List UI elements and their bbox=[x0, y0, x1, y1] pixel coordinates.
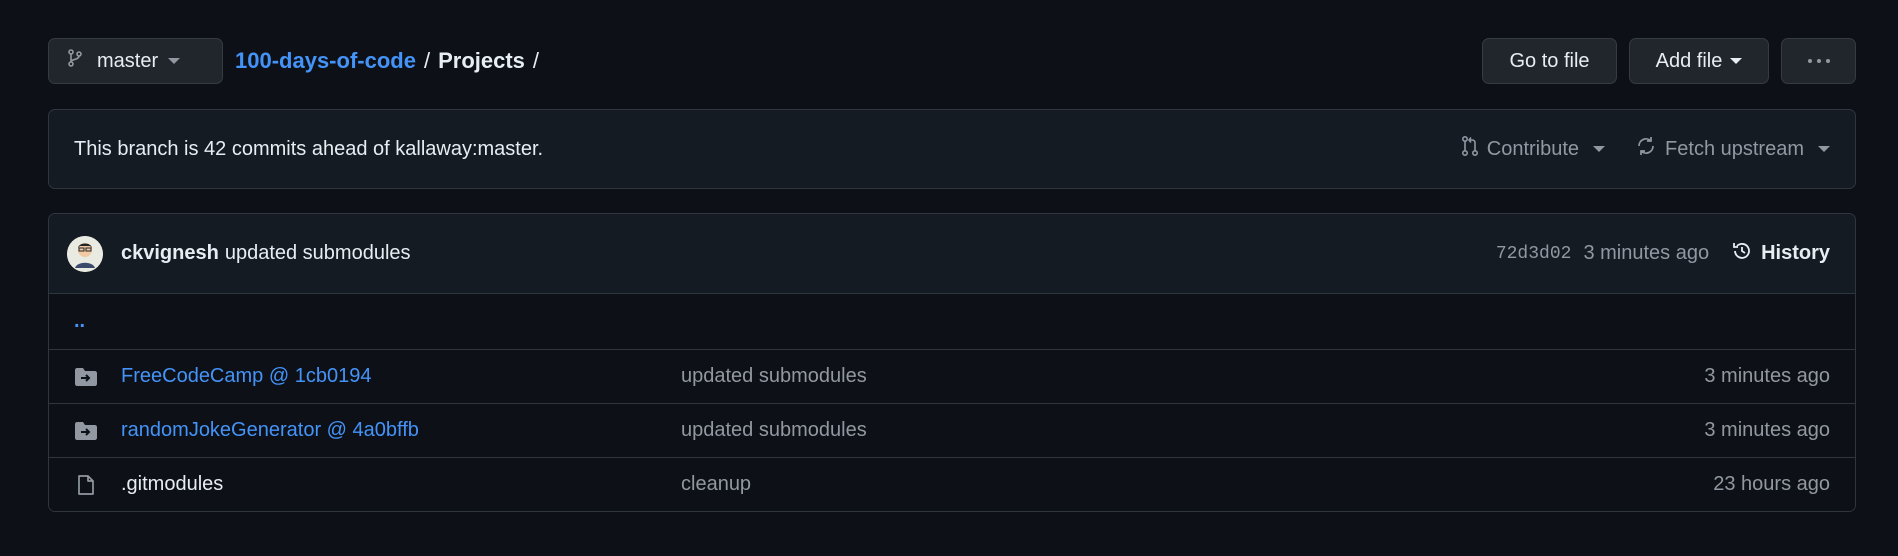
file-name-link[interactable]: FreeCodeCamp @ 1cb0194 bbox=[121, 365, 681, 388]
toolbar-right: Go to file Add file bbox=[1482, 38, 1856, 84]
file-commit-message[interactable]: updated submodules bbox=[681, 419, 867, 442]
chevron-down-icon bbox=[1593, 146, 1606, 152]
fetch-upstream-label: Fetch upstream bbox=[1665, 137, 1804, 160]
branch-select-button[interactable]: master bbox=[48, 38, 223, 84]
banner-actions: Contribute Fetch upstream bbox=[1461, 135, 1830, 163]
breadcrumb-separator: / bbox=[532, 48, 540, 73]
file-commit-time: 3 minutes ago bbox=[1704, 419, 1830, 441]
file-name-link[interactable]: randomJokeGenerator @ 4a0bffb bbox=[121, 419, 681, 442]
breadcrumb-current-folder: Projects bbox=[438, 48, 525, 73]
file-name-link[interactable]: .gitmodules bbox=[121, 473, 681, 496]
parent-directory-link[interactable]: .. bbox=[49, 294, 1855, 349]
breadcrumb-separator: / bbox=[423, 48, 431, 73]
kebab-horizontal-icon bbox=[1807, 59, 1830, 63]
file-navigation-toolbar: master 100-days-of-code / Projects / Go … bbox=[48, 37, 1856, 85]
commit-author[interactable]: ckvignesh bbox=[121, 242, 219, 265]
fetch-upstream-button[interactable]: Fetch upstream bbox=[1635, 135, 1830, 163]
file-commit-message[interactable]: updated submodules bbox=[681, 365, 867, 388]
contribute-label: Contribute bbox=[1486, 137, 1580, 160]
breadcrumb-repo-link[interactable]: 100-days-of-code bbox=[235, 48, 416, 74]
branch-status-banner: This branch is 42 commits ahead of kalla… bbox=[48, 109, 1856, 189]
contribute-button[interactable]: Contribute bbox=[1461, 135, 1606, 163]
sync-icon bbox=[1635, 135, 1665, 163]
commit-message[interactable]: updated submodules bbox=[225, 242, 411, 265]
commit-time: 3 minutes ago bbox=[1583, 242, 1710, 264]
file-row: FreeCodeCamp @ 1cb0194 updated submodule… bbox=[49, 349, 1855, 403]
file-commit-time: 3 minutes ago bbox=[1704, 365, 1830, 387]
toolbar-left: master 100-days-of-code / Projects / bbox=[48, 38, 547, 84]
commit-sha[interactable]: 72d3d02 bbox=[1496, 244, 1572, 264]
add-file-button[interactable]: Add file bbox=[1629, 38, 1769, 84]
chevron-down-icon bbox=[1818, 146, 1830, 152]
chevron-down-icon bbox=[1730, 58, 1743, 64]
submodule-folder-icon bbox=[74, 367, 98, 387]
submodule-folder-icon bbox=[74, 421, 98, 441]
file-row: randomJokeGenerator @ 4a0bffb updated su… bbox=[49, 403, 1855, 457]
history-label: History bbox=[1761, 242, 1830, 264]
more-options-button[interactable] bbox=[1781, 38, 1856, 84]
branch-name: master bbox=[97, 49, 159, 72]
branch-status-text: This branch is 42 commits ahead of kalla… bbox=[74, 137, 544, 160]
file-commit-time: 23 hours ago bbox=[1713, 473, 1830, 495]
history-icon bbox=[1731, 240, 1761, 268]
file-icon bbox=[74, 474, 98, 496]
go-to-file-button[interactable]: Go to file bbox=[1482, 38, 1617, 84]
git-branch-icon bbox=[67, 49, 83, 73]
avatar[interactable] bbox=[67, 235, 103, 272]
latest-commit-bar: ckvignesh updated submodules 72d3d02 3 m… bbox=[49, 214, 1855, 294]
commit-meta: 72d3d02 3 minutes ago History bbox=[1496, 240, 1830, 268]
file-list-box: ckvignesh updated submodules 72d3d02 3 m… bbox=[48, 213, 1856, 512]
file-row: .gitmodules cleanup 23 hours ago bbox=[49, 457, 1855, 511]
repo-file-browser: master 100-days-of-code / Projects / Go … bbox=[48, 37, 1856, 512]
chevron-down-icon bbox=[168, 58, 181, 64]
history-button[interactable]: History bbox=[1731, 240, 1830, 268]
breadcrumb: 100-days-of-code / Projects / bbox=[235, 48, 547, 74]
file-commit-message[interactable]: cleanup bbox=[681, 473, 751, 496]
add-file-label: Add file bbox=[1655, 49, 1723, 72]
git-pull-request-icon bbox=[1461, 135, 1487, 163]
